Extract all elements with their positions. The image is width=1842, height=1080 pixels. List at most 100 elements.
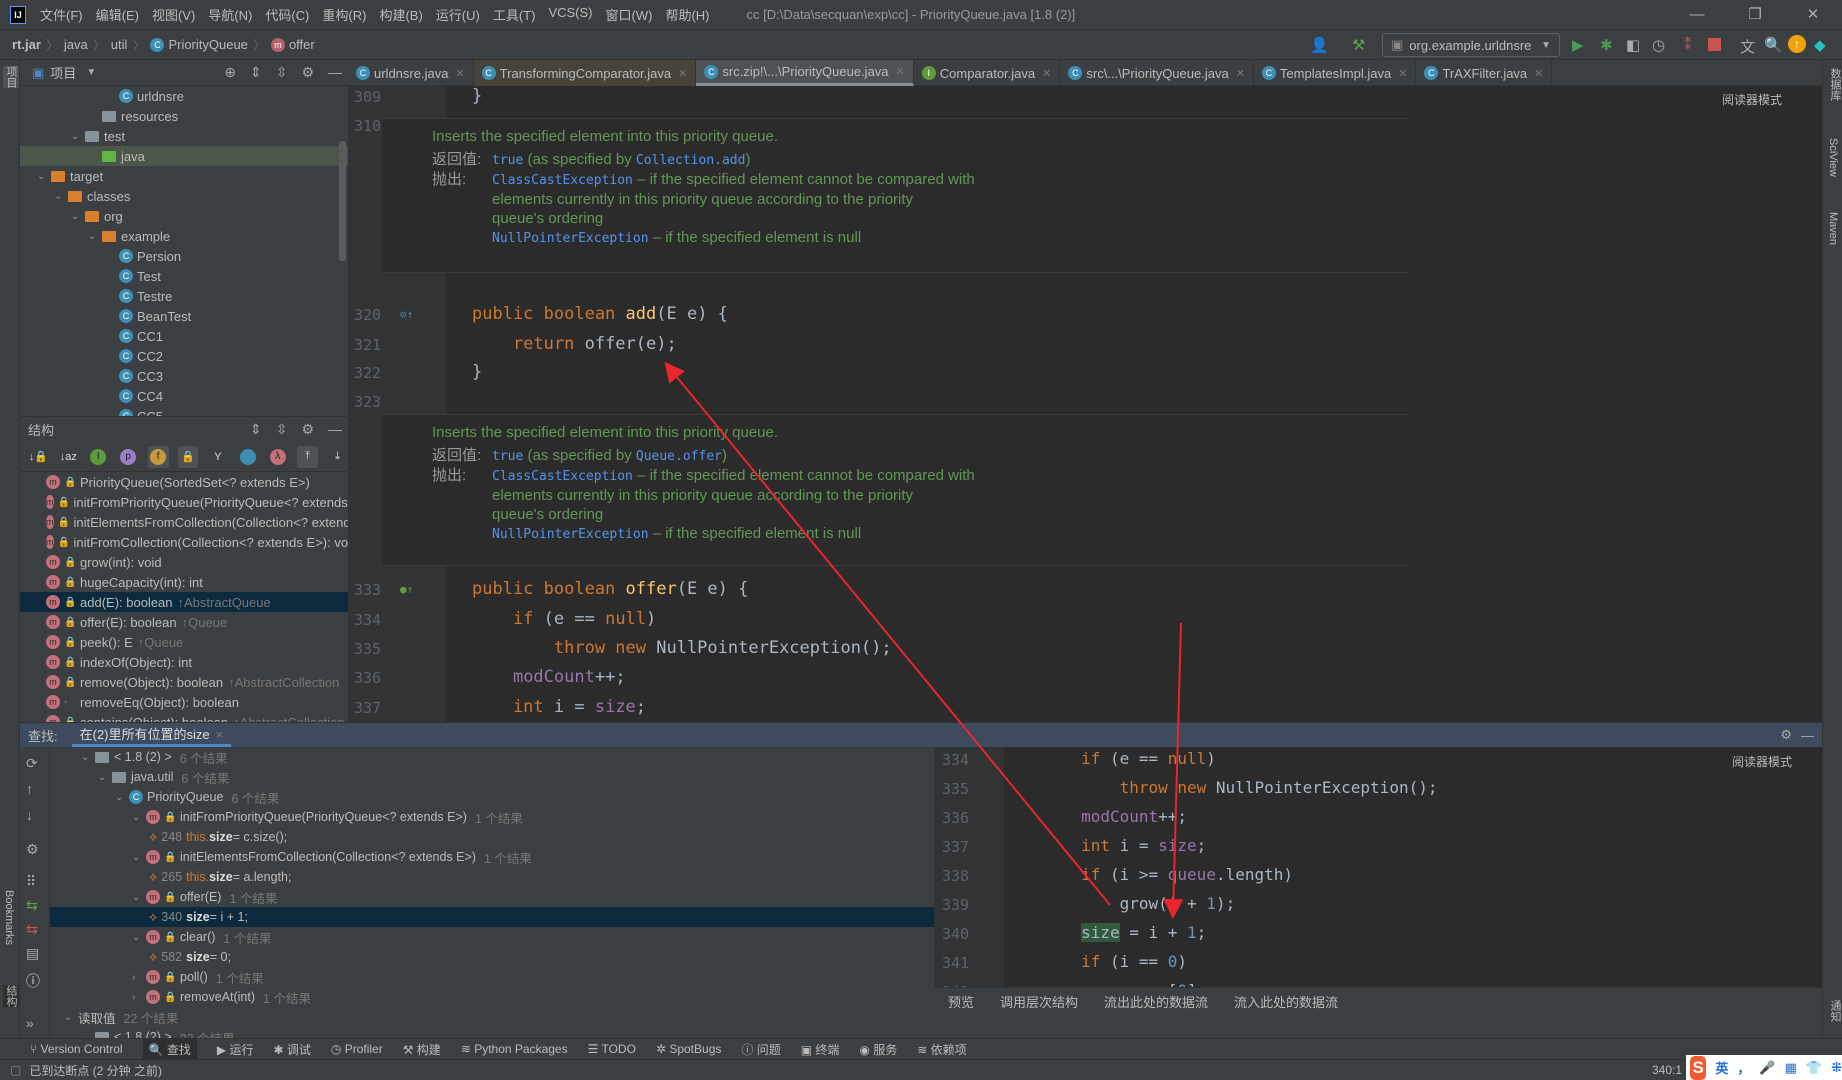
show-lambda-icon[interactable]: λ [267,446,288,468]
close-icon[interactable]: ✕ [1042,67,1051,80]
plugin-icon[interactable]: ◆ [1814,36,1826,54]
menu-item[interactable]: 构建(B) [379,5,422,24]
chevron-down-icon[interactable]: ⌄ [64,1012,78,1023]
rerun-icon[interactable]: ⟳ [26,755,38,772]
hide-icon[interactable]: — [328,64,342,81]
tree-node[interactable]: ⌄ m 🔒 initElementsFromCollection(Collection… [50,847,934,867]
project-title[interactable]: 项目 [50,63,76,82]
doc-link[interactable]: Collection.add [636,153,746,168]
close-icon[interactable]: ✕ [896,65,905,78]
restore-button[interactable]: ❐ [1726,0,1784,30]
override-marker-icon[interactable]: ⊙↑ [400,308,413,321]
tree-item[interactable]: resources [20,106,348,126]
user-icon[interactable]: 👤 [1310,36,1329,54]
search-icon[interactable]: 🔍 [1764,36,1783,54]
show-fields-icon[interactable]: f [147,445,169,468]
attach-debugger-icon[interactable]: ⁑ [1684,36,1692,54]
menu-item[interactable]: 代码(C) [265,5,309,24]
breadcrumb-offer[interactable]: offer [289,37,315,52]
close-icon[interactable]: ✕ [678,67,687,80]
tree-item[interactable]: C Persion [20,246,348,266]
tree-node[interactable]: ⌄ m 🔒 clear() 1 个结果 [50,927,934,947]
debug-icon[interactable]: ✱ [1600,36,1613,54]
structure-item[interactable]: m 🔒 remove(Object): boolean ↑AbstractCollec… [20,672,348,692]
tree-node[interactable]: › m 🔒 removeAt(int) 1 个结果 [50,987,934,1007]
notifications-tool-button[interactable]: 通知 [1827,1000,1842,1022]
close-button[interactable]: ✕ [1784,0,1842,30]
show-inherited-icon[interactable]: I [88,446,109,468]
tree-item[interactable]: C CC1 [20,326,348,346]
read-access-icon[interactable]: ⇆ [26,897,38,914]
scrollbar[interactable] [339,141,346,261]
gear-icon[interactable]: ⚙ [26,841,39,858]
tree-item[interactable]: ⌄ test [20,126,348,146]
ime-punctuation[interactable]: ， [1737,1058,1750,1077]
tree-node[interactable]: ⌄ < 1.8 (2) > 6 个结果 [50,747,934,767]
chevron-down-icon[interactable]: ⌄ [81,752,95,763]
usage-row[interactable]: ⟡ 248 this. size = c.size(); [50,827,934,847]
tool-window-button[interactable]: ≋ Python Packages [461,1042,568,1056]
info-icon[interactable]: ⓘ [26,971,40,991]
run-icon[interactable]: ▶ [1572,36,1584,54]
gear-icon[interactable]: ⚙ [1780,727,1792,743]
close-icon[interactable]: × [216,727,224,742]
run-configuration-dropdown[interactable]: ▣ org.example.urldnsre ▼ [1382,33,1560,57]
maven-tool-button[interactable]: Maven [1827,212,1839,245]
tool-window-button[interactable]: ▶ 运行 [217,1041,254,1058]
tool-window-button[interactable]: ✲ SpotBugs [656,1042,721,1056]
tree-node[interactable]: ⌄ java.util 6 个结果 [50,767,934,787]
structure-item[interactable]: m 🔒 offer(E): boolean ↑Queue [20,612,348,632]
structure-item[interactable]: m ◦ removeEq(Object): boolean [20,692,348,712]
doc-exception-link[interactable]: ClassCastException [492,469,633,484]
tree-item[interactable]: C CC5 [20,406,348,416]
structure-item[interactable]: m 🔒 initFromPriorityQueue(PriorityQueue<? … [20,492,348,512]
tree-item[interactable]: ⌄ org [20,206,348,226]
menu-item[interactable]: 视图(V) [152,5,195,24]
chevron-down-icon[interactable]: ⌄ [98,772,112,783]
find-results-tab[interactable]: 在(2)里所有位置的size × [71,723,232,747]
menu-item[interactable]: 编辑(E) [96,5,139,24]
usage-row[interactable]: ⟡ 340 size = i + 1; [50,907,934,927]
expand-all-icon[interactable]: ⇕ [250,64,262,81]
structure-tool-button[interactable]: 结构 [3,985,19,1007]
tree-item[interactable]: C Testre [20,286,348,306]
menu-item[interactable]: 工具(T) [493,5,536,24]
bookmarks-tool-button[interactable]: Bookmarks [3,890,15,945]
coverage-icon[interactable]: ◧ [1626,36,1640,54]
microphone-icon[interactable]: 🎤 [1759,1060,1775,1076]
tool-window-button[interactable]: ⓘ 问题 [741,1041,780,1058]
menu-item[interactable]: 导航(N) [208,5,252,24]
database-tool-button[interactable]: 数据库 [1827,68,1842,101]
tree-item[interactable]: ⌄ target [20,166,348,186]
more-icon[interactable]: » [26,1015,34,1031]
structure-item[interactable]: m 🔒 hugeCapacity(int): int [20,572,348,592]
structure-item[interactable]: m 🔒 indexOf(Object): int [20,652,348,672]
chevron-right-icon[interactable]: › [132,972,146,983]
usage-row[interactable]: ⟡ 265 this. size = a.length; [50,867,934,887]
project-tool-button[interactable]: 项目 [3,66,19,88]
editor-tab[interactable]: C TrAXFilter.java ✕ [1416,60,1553,86]
tool-window-button[interactable]: ✱ 调试 [273,1041,310,1058]
autoscroll-from-source-icon[interactable]: ⤓ [327,446,348,468]
tool-window-button[interactable]: ▣ 终端 [801,1041,840,1058]
tool-window-button[interactable]: ◉ 服务 [859,1041,897,1058]
keyboard-icon[interactable]: ▦ [1785,1060,1797,1076]
next-occurrence-icon[interactable]: ↓ [26,807,33,823]
collapse-all-icon[interactable]: ⇳ [276,421,288,438]
editor-tab[interactable]: I Comparator.java ✕ [914,60,1061,86]
close-icon[interactable]: ✕ [1534,67,1543,80]
usage-row[interactable]: ⟡ 582 size = 0; [50,947,934,967]
show-anonymous-icon[interactable] [237,446,258,468]
preview-tab[interactable]: 流入此处的数据流 [1234,992,1338,1011]
doc-link[interactable]: Queue.offer [636,449,722,464]
hide-icon[interactable]: — [328,421,342,438]
preview-tab[interactable]: 调用层次结构 [1000,992,1078,1011]
structure-item[interactable]: m 🔒 peek(): E ↑Queue [20,632,348,652]
structure-item[interactable]: m 🔒 initElementsFromCollection(Collection<… [20,512,348,532]
tree-item[interactable]: ⌄ classes [20,186,348,206]
group-icon[interactable]: ⠿ [26,873,36,890]
menu-item[interactable]: VCS(S) [548,5,592,24]
update-icon[interactable]: ↑ [1788,35,1806,53]
toolbox-icon[interactable]: ⁜ [1831,1060,1842,1076]
tool-window-button[interactable]: ⑂ Version Control [30,1042,123,1056]
